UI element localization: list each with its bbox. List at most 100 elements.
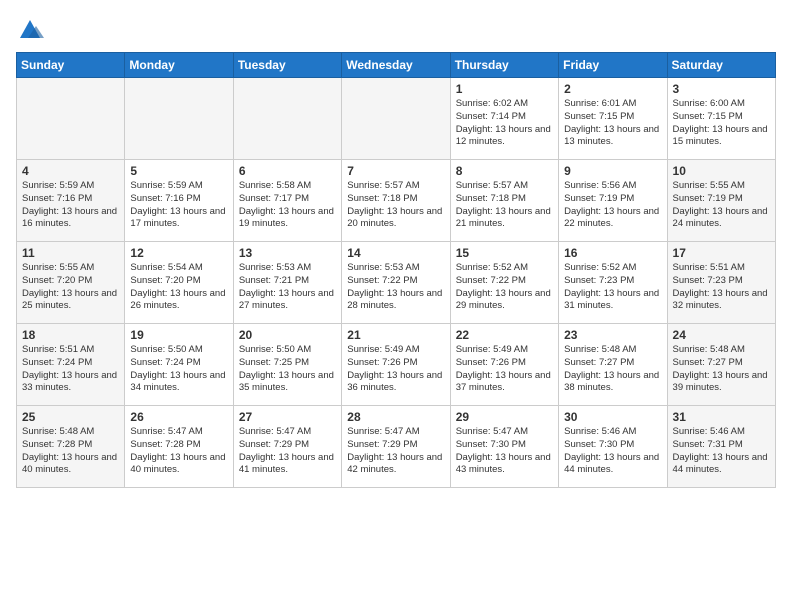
day-number: 5 bbox=[130, 164, 227, 178]
day-number: 22 bbox=[456, 328, 553, 342]
day-info: Sunrise: 5:46 AM Sunset: 7:31 PM Dayligh… bbox=[673, 426, 770, 477]
day-info: Sunrise: 5:50 AM Sunset: 7:24 PM Dayligh… bbox=[130, 344, 227, 395]
day-number: 13 bbox=[239, 246, 336, 260]
calendar-cell: 11 Sunrise: 5:55 AM Sunset: 7:20 PM Dayli… bbox=[17, 242, 125, 324]
day-info: Sunrise: 5:51 AM Sunset: 7:23 PM Dayligh… bbox=[673, 262, 770, 313]
day-number: 15 bbox=[456, 246, 553, 260]
calendar-cell: 9Sunrise: 5:56 AM Sunset: 7:19 PM Daylig… bbox=[559, 160, 667, 242]
calendar-cell bbox=[17, 78, 125, 160]
calendar-cell: 17 Sunrise: 5:51 AM Sunset: 7:23 PM Dayli… bbox=[667, 242, 775, 324]
day-info: Sunrise: 5:48 AM Sunset: 7:28 PM Dayligh… bbox=[22, 426, 119, 477]
day-number: 25 bbox=[22, 410, 119, 424]
calendar-cell: 15 Sunrise: 5:52 AM Sunset: 7:22 PM Dayli… bbox=[450, 242, 558, 324]
day-number: 20 bbox=[239, 328, 336, 342]
day-number: 31 bbox=[673, 410, 770, 424]
calendar-cell: 28 Sunrise: 5:47 AM Sunset: 7:29 PM Dayli… bbox=[342, 406, 450, 488]
day-number: 30 bbox=[564, 410, 661, 424]
calendar-cell bbox=[342, 78, 450, 160]
day-number: 14 bbox=[347, 246, 444, 260]
day-info: Sunrise: 5:47 AM Sunset: 7:30 PM Dayligh… bbox=[456, 426, 553, 477]
calendar-cell: 23 Sunrise: 5:48 AM Sunset: 7:27 PM Dayli… bbox=[559, 324, 667, 406]
day-number: 24 bbox=[673, 328, 770, 342]
weekday-header-tuesday: Tuesday bbox=[233, 53, 341, 78]
weekday-header-sunday: Sunday bbox=[17, 53, 125, 78]
calendar-cell: 13 Sunrise: 5:53 AM Sunset: 7:21 PM Dayli… bbox=[233, 242, 341, 324]
day-info: Sunrise: 5:48 AM Sunset: 7:27 PM Dayligh… bbox=[673, 344, 770, 395]
calendar-cell: 6 Sunrise: 5:58 AM Sunset: 7:17 PM Daylig… bbox=[233, 160, 341, 242]
day-number: 19 bbox=[130, 328, 227, 342]
calendar-cell: 16 Sunrise: 5:52 AM Sunset: 7:23 PM Dayli… bbox=[559, 242, 667, 324]
day-info: Sunrise: 5:47 AM Sunset: 7:29 PM Dayligh… bbox=[347, 426, 444, 477]
weekday-header-saturday: Saturday bbox=[667, 53, 775, 78]
day-info: Sunrise: 5:53 AM Sunset: 7:21 PM Dayligh… bbox=[239, 262, 336, 313]
day-info: Sunrise: 5:46 AM Sunset: 7:30 PM Dayligh… bbox=[564, 426, 661, 477]
calendar-table: SundayMondayTuesdayWednesdayThursdayFrid… bbox=[16, 52, 776, 488]
day-info: Sunrise: 6:02 AM Sunset: 7:14 PM Dayligh… bbox=[456, 98, 553, 149]
day-number: 3 bbox=[673, 82, 770, 96]
calendar-cell: 25 Sunrise: 5:48 AM Sunset: 7:28 PM Dayli… bbox=[17, 406, 125, 488]
day-number: 21 bbox=[347, 328, 444, 342]
day-info: Sunrise: 6:00 AM Sunset: 7:15 PM Dayligh… bbox=[673, 98, 770, 149]
day-info: Sunrise: 5:53 AM Sunset: 7:22 PM Dayligh… bbox=[347, 262, 444, 313]
calendar-cell: 22 Sunrise: 5:49 AM Sunset: 7:26 PM Dayli… bbox=[450, 324, 558, 406]
day-info: Sunrise: 5:56 AM Sunset: 7:19 PM Dayligh… bbox=[564, 180, 661, 231]
day-info: Sunrise: 5:49 AM Sunset: 7:26 PM Dayligh… bbox=[456, 344, 553, 395]
logo-icon bbox=[16, 16, 44, 44]
calendar-cell: 21 Sunrise: 5:49 AM Sunset: 7:26 PM Dayli… bbox=[342, 324, 450, 406]
weekday-header-friday: Friday bbox=[559, 53, 667, 78]
weekday-header-thursday: Thursday bbox=[450, 53, 558, 78]
week-row-2: 4 Sunrise: 5:59 AM Sunset: 7:16 PM Daylig… bbox=[17, 160, 776, 242]
day-number: 28 bbox=[347, 410, 444, 424]
day-number: 2 bbox=[564, 82, 661, 96]
week-row-5: 25 Sunrise: 5:48 AM Sunset: 7:28 PM Dayli… bbox=[17, 406, 776, 488]
day-number: 4 bbox=[22, 164, 119, 178]
calendar-cell: 7Sunrise: 5:57 AM Sunset: 7:18 PM Daylig… bbox=[342, 160, 450, 242]
calendar-cell: 20 Sunrise: 5:50 AM Sunset: 7:25 PM Dayli… bbox=[233, 324, 341, 406]
calendar-cell: 1Sunrise: 6:02 AM Sunset: 7:14 PM Daylig… bbox=[450, 78, 558, 160]
calendar-cell: 18 Sunrise: 5:51 AM Sunset: 7:24 PM Dayli… bbox=[17, 324, 125, 406]
calendar-cell: 24 Sunrise: 5:48 AM Sunset: 7:27 PM Dayli… bbox=[667, 324, 775, 406]
day-info: Sunrise: 5:59 AM Sunset: 7:16 PM Dayligh… bbox=[22, 180, 119, 231]
day-info: Sunrise: 5:47 AM Sunset: 7:29 PM Dayligh… bbox=[239, 426, 336, 477]
day-info: Sunrise: 5:57 AM Sunset: 7:18 PM Dayligh… bbox=[456, 180, 553, 231]
day-number: 10 bbox=[673, 164, 770, 178]
calendar-cell: 30 Sunrise: 5:46 AM Sunset: 7:30 PM Dayli… bbox=[559, 406, 667, 488]
day-number: 8 bbox=[456, 164, 553, 178]
day-number: 6 bbox=[239, 164, 336, 178]
day-info: Sunrise: 5:58 AM Sunset: 7:17 PM Dayligh… bbox=[239, 180, 336, 231]
day-info: Sunrise: 5:50 AM Sunset: 7:25 PM Dayligh… bbox=[239, 344, 336, 395]
week-row-4: 18 Sunrise: 5:51 AM Sunset: 7:24 PM Dayli… bbox=[17, 324, 776, 406]
day-info: Sunrise: 5:52 AM Sunset: 7:22 PM Dayligh… bbox=[456, 262, 553, 313]
calendar-cell: 4 Sunrise: 5:59 AM Sunset: 7:16 PM Daylig… bbox=[17, 160, 125, 242]
day-number: 23 bbox=[564, 328, 661, 342]
day-number: 18 bbox=[22, 328, 119, 342]
page: SundayMondayTuesdayWednesdayThursdayFrid… bbox=[0, 0, 792, 612]
day-info: Sunrise: 5:54 AM Sunset: 7:20 PM Dayligh… bbox=[130, 262, 227, 313]
calendar-cell: 3 Sunrise: 6:00 AM Sunset: 7:15 PM Daylig… bbox=[667, 78, 775, 160]
calendar-cell: 31 Sunrise: 5:46 AM Sunset: 7:31 PM Dayli… bbox=[667, 406, 775, 488]
day-info: Sunrise: 5:51 AM Sunset: 7:24 PM Dayligh… bbox=[22, 344, 119, 395]
day-info: Sunrise: 5:49 AM Sunset: 7:26 PM Dayligh… bbox=[347, 344, 444, 395]
day-number: 11 bbox=[22, 246, 119, 260]
calendar-cell: 27 Sunrise: 5:47 AM Sunset: 7:29 PM Dayli… bbox=[233, 406, 341, 488]
day-number: 27 bbox=[239, 410, 336, 424]
week-row-1: 1Sunrise: 6:02 AM Sunset: 7:14 PM Daylig… bbox=[17, 78, 776, 160]
day-info: Sunrise: 5:52 AM Sunset: 7:23 PM Dayligh… bbox=[564, 262, 661, 313]
day-info: Sunrise: 5:55 AM Sunset: 7:20 PM Dayligh… bbox=[22, 262, 119, 313]
calendar-cell bbox=[233, 78, 341, 160]
day-info: Sunrise: 5:48 AM Sunset: 7:27 PM Dayligh… bbox=[564, 344, 661, 395]
day-info: Sunrise: 6:01 AM Sunset: 7:15 PM Dayligh… bbox=[564, 98, 661, 149]
week-row-3: 11 Sunrise: 5:55 AM Sunset: 7:20 PM Dayli… bbox=[17, 242, 776, 324]
calendar-cell: 29Sunrise: 5:47 AM Sunset: 7:30 PM Dayli… bbox=[450, 406, 558, 488]
day-info: Sunrise: 5:47 AM Sunset: 7:28 PM Dayligh… bbox=[130, 426, 227, 477]
calendar-cell: 14 Sunrise: 5:53 AM Sunset: 7:22 PM Dayli… bbox=[342, 242, 450, 324]
logo bbox=[16, 16, 48, 44]
day-number: 17 bbox=[673, 246, 770, 260]
day-info: Sunrise: 5:59 AM Sunset: 7:16 PM Dayligh… bbox=[130, 180, 227, 231]
day-number: 7 bbox=[347, 164, 444, 178]
header bbox=[16, 16, 776, 44]
calendar-cell: 2 Sunrise: 6:01 AM Sunset: 7:15 PM Daylig… bbox=[559, 78, 667, 160]
weekday-header-row: SundayMondayTuesdayWednesdayThursdayFrid… bbox=[17, 53, 776, 78]
weekday-header-wednesday: Wednesday bbox=[342, 53, 450, 78]
day-number: 16 bbox=[564, 246, 661, 260]
